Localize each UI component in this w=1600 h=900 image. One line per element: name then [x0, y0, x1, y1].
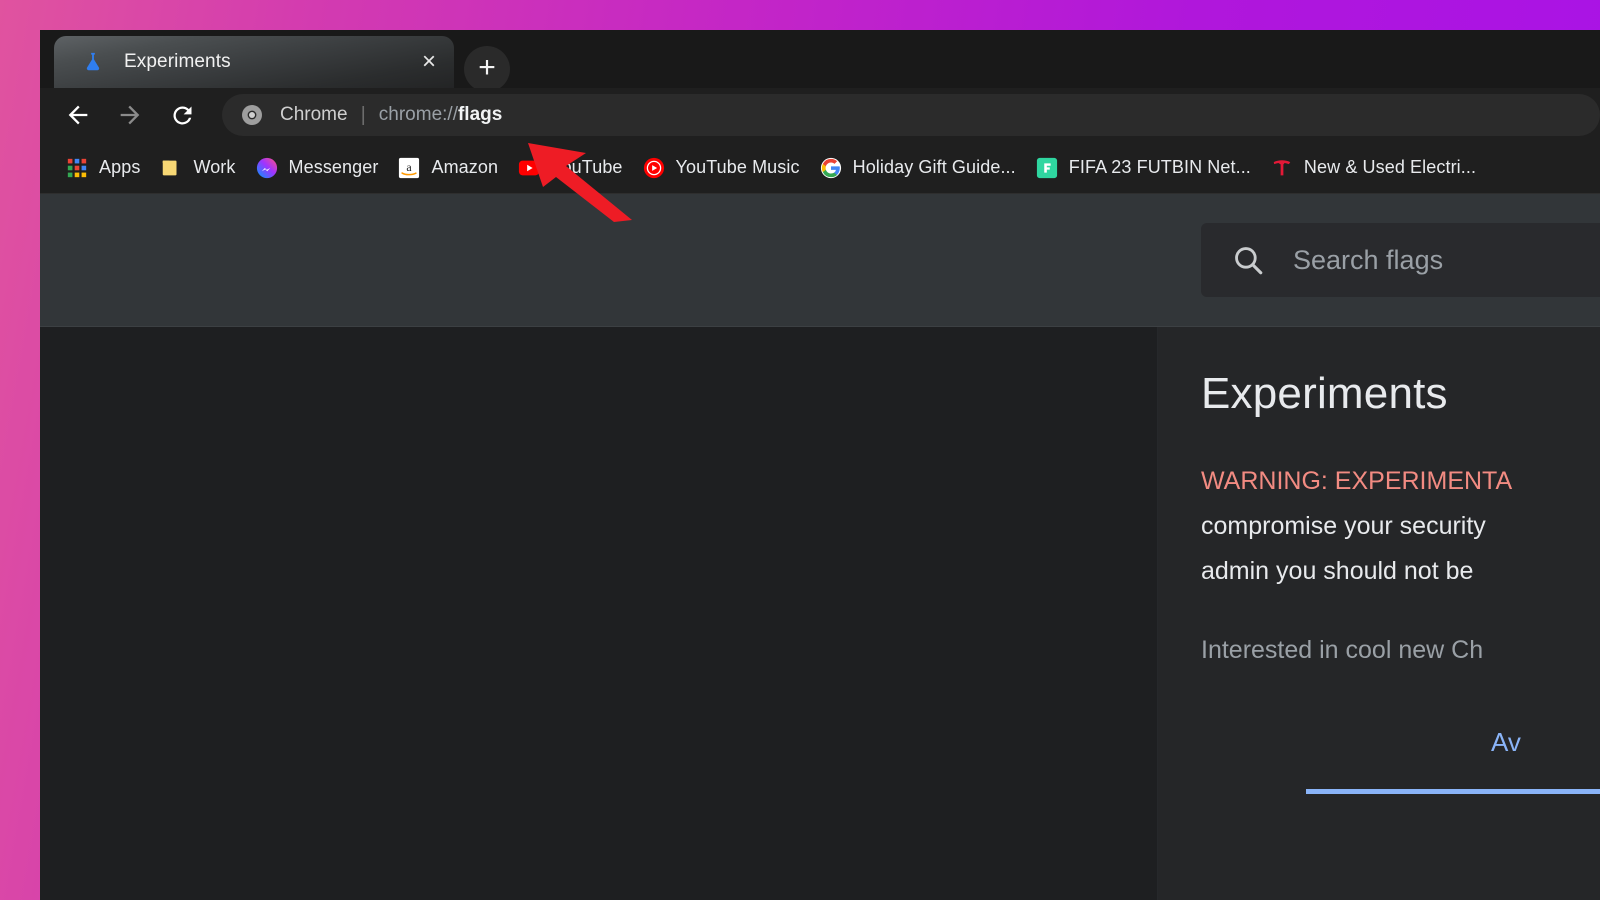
close-icon[interactable]: ×	[412, 45, 446, 79]
reload-button[interactable]	[160, 93, 204, 137]
tesla-icon	[1273, 159, 1291, 175]
bookmark-label: YouTube Music	[675, 157, 800, 177]
bookmark-youtube[interactable]: YouTube	[508, 149, 632, 187]
chrome-logo-icon	[242, 105, 262, 125]
warning-text: WARNING: EXPERIMENTA compromise your sec…	[1201, 459, 1600, 594]
futbin-icon	[1036, 157, 1057, 178]
youtube-icon	[519, 160, 540, 175]
tab-title: Experiments	[124, 51, 231, 72]
bookmark-amazon[interactable]: a Amazon	[388, 149, 508, 187]
browser-toolbar: Chrome | chrome://flags	[40, 88, 1600, 142]
bookmark-messenger[interactable]: Messenger	[246, 149, 389, 187]
address-bar[interactable]: Chrome | chrome://flags	[222, 94, 1600, 136]
omnibox-site-label: Chrome	[280, 104, 348, 125]
search-icon	[1235, 247, 1263, 275]
messenger-icon	[256, 157, 277, 178]
flags-body: Experiments WARNING: EXPERIMENTA comprom…	[40, 327, 1600, 900]
search-flags-container[interactable]	[1201, 223, 1600, 297]
bookmark-new-used-electric[interactable]: New & Used Electri...	[1261, 149, 1486, 187]
browser-window: Experiments × + Chrome | chrome://flags …	[40, 30, 1600, 900]
bookmarks-bar: Apps Work Messenger a Amazon YouTube You…	[40, 142, 1600, 194]
omnibox-url: chrome://flags	[379, 104, 503, 126]
bookmark-label: New & Used Electri...	[1303, 157, 1477, 177]
left-gutter	[40, 327, 1158, 900]
youtube-music-icon	[643, 157, 664, 178]
warning-headline: WARNING: EXPERIMENTA	[1201, 467, 1513, 495]
new-tab-button[interactable]: +	[464, 46, 510, 92]
bookmark-youtube-music[interactable]: YouTube Music	[633, 149, 810, 187]
reload-icon	[172, 105, 191, 124]
arrow-right-icon	[120, 105, 140, 125]
bookmark-label: Messenger	[288, 157, 379, 177]
screen-root: Experiments × + Chrome | chrome://flags …	[0, 0, 1600, 900]
tab-experiments[interactable]: Experiments ×	[54, 36, 454, 88]
bookmark-label: Amazon	[431, 157, 499, 177]
amazon-icon: a	[399, 157, 420, 178]
google-icon	[820, 157, 841, 178]
bookmark-work[interactable]: Work	[150, 149, 245, 187]
warning-line-3: admin you should not be	[1201, 557, 1474, 585]
bookmark-label: Apps	[99, 157, 141, 177]
apps-grid-icon	[67, 158, 87, 177]
flags-content: Experiments WARNING: EXPERIMENTA comprom…	[1158, 327, 1600, 900]
bookmark-apps[interactable]: Apps	[56, 149, 150, 187]
bookmark-label: Holiday Gift Guide...	[852, 157, 1016, 177]
omnibox-url-prefix: chrome://	[378, 104, 458, 125]
back-button[interactable]	[56, 93, 100, 137]
search-input[interactable]	[1291, 243, 1600, 277]
tab-available[interactable]: Av	[1491, 727, 1521, 758]
folder-icon	[163, 160, 177, 175]
page-viewport: Experiments WARNING: EXPERIMENTA comprom…	[40, 194, 1600, 900]
tab-strip: Experiments × +	[40, 30, 1600, 92]
forward-button[interactable]	[108, 93, 152, 137]
flask-icon	[82, 51, 104, 73]
bookmark-holiday-gift-guide[interactable]: Holiday Gift Guide...	[810, 149, 1026, 187]
svg-text:a: a	[407, 160, 413, 174]
flags-tabs-row: Av	[1201, 727, 1600, 794]
omnibox-url-bold: flags	[457, 104, 503, 125]
warning-line-2: compromise your security	[1201, 512, 1486, 540]
bookmark-label: Work	[193, 157, 236, 177]
bookmark-label: YouTube	[551, 157, 623, 177]
tab-underline-indicator	[1306, 789, 1600, 794]
interested-text: Interested in cool new Ch	[1201, 636, 1484, 664]
bookmark-fifa-futbin[interactable]: FIFA 23 FUTBIN Net...	[1026, 149, 1261, 187]
flags-search-bar	[40, 194, 1600, 327]
omnibox-separator: |	[360, 103, 366, 126]
arrow-left-icon	[68, 105, 88, 125]
bookmark-label: FIFA 23 FUTBIN Net...	[1068, 157, 1251, 177]
page-title: Experiments	[1201, 369, 1448, 418]
